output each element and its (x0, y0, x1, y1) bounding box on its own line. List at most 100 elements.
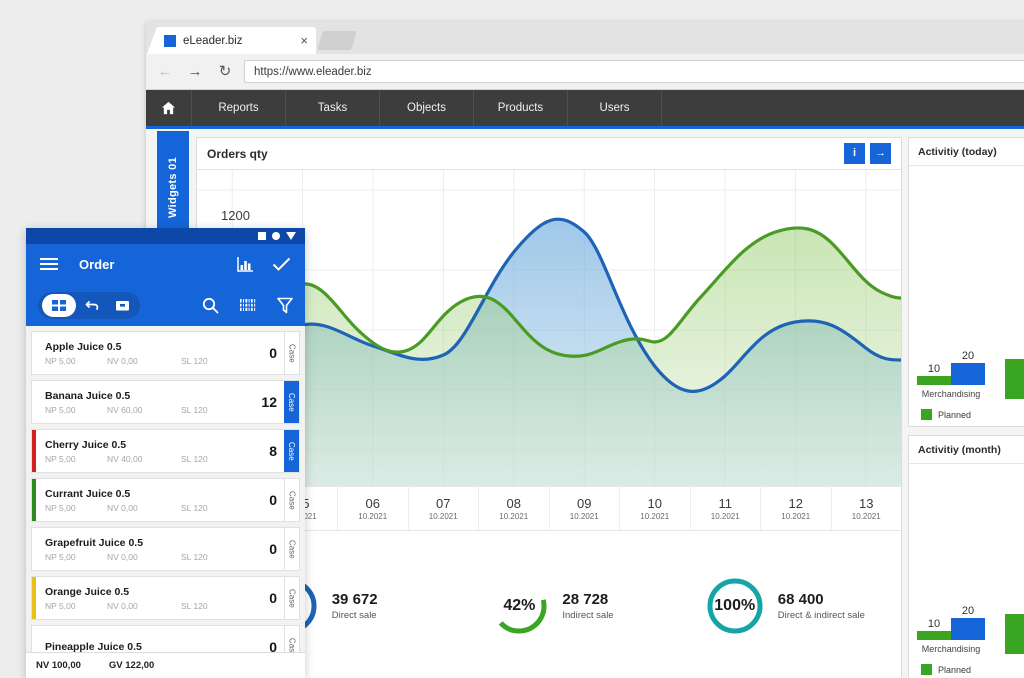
x-tick-month: 10.2021 (358, 512, 388, 521)
activity-month-card: Activitiy (month) 10 20 Merchandising Pl… (908, 435, 1024, 678)
product-sl: SL 120 (181, 502, 208, 513)
nav-item-products[interactable]: Products (474, 90, 568, 126)
activity-month-header: Activitiy (month) (909, 436, 1024, 464)
x-tick-month: 10.2021 (428, 512, 458, 521)
donut-chart-total: 100% (704, 575, 766, 637)
activity-today-bars: 10 20 Merchandising (909, 331, 1024, 399)
x-tick: 13 10.2021 (832, 487, 902, 530)
new-tab-button[interactable] (317, 31, 357, 50)
row-content: Orange Juice 0.5 NP 5,00 NV 0,00 SL 120 (36, 577, 269, 619)
arrow-right-icon[interactable]: → (870, 143, 891, 164)
product-name: Apple Juice 0.5 (45, 340, 122, 353)
address-bar[interactable]: https://www.eleader.biz (244, 60, 1024, 83)
activity-month-body: 10 20 Merchandising Planned (909, 464, 1024, 678)
product-unit-toggle[interactable]: Case (284, 479, 299, 521)
wifi-icon (286, 232, 296, 240)
kpi-label: Direct sale (331, 610, 377, 621)
product-nv: NV 0,00 (107, 551, 138, 562)
barcode-icon-svg (239, 299, 257, 311)
product-unit-label: Case (287, 441, 296, 461)
filter-icon[interactable] (277, 297, 293, 314)
archive-icon[interactable] (108, 294, 136, 317)
forward-icon[interactable]: → (184, 61, 206, 83)
product-unit-toggle[interactable]: Case (284, 430, 299, 472)
product-nv: NV 60,00 (107, 404, 143, 415)
product-unit-toggle[interactable]: Case (284, 577, 299, 619)
favicon-icon (164, 34, 176, 47)
bar-pair (1005, 359, 1024, 399)
reload-icon[interactable]: ↻ (214, 61, 236, 83)
list-item[interactable]: Apple Juice 0.5 NP 5,00 NV 0,00 SL 120 0… (31, 331, 300, 375)
product-unit-toggle[interactable]: Case (284, 528, 299, 570)
product-np: NP 5,00 (45, 404, 76, 415)
product-quantity[interactable]: 0 (269, 626, 284, 652)
kpi-percent: 100% (714, 597, 756, 614)
bar-pair (1005, 614, 1024, 654)
back-icon[interactable]: ← (154, 61, 176, 83)
product-quantity[interactable]: 0 (269, 479, 284, 521)
browser-tab[interactable]: eLeader.biz × (147, 27, 316, 54)
mobile-toolbar (26, 284, 305, 326)
grid-view-icon[interactable] (42, 293, 76, 317)
product-quantity[interactable]: 0 (269, 332, 284, 374)
sidebar-item-label: Widgets 01 (167, 156, 179, 218)
undo-icon-svg (85, 300, 98, 310)
bar-planned (1005, 614, 1024, 654)
list-item[interactable]: Orange Juice 0.5 NP 5,00 NV 0,00 SL 120 … (31, 576, 300, 620)
x-tick-day: 06 (365, 496, 380, 511)
list-item[interactable]: Cherry Juice 0.5 NP 5,00 NV 40,00 SL 120… (31, 429, 300, 473)
mobile-footer-totals: NV 100,00 GV 122,00 (26, 652, 305, 678)
bar-pair: 10 20 (917, 605, 985, 640)
nav-item-tasks[interactable]: Tasks (286, 90, 380, 126)
close-icon[interactable]: × (300, 34, 308, 47)
bar-category-label: Merchandising (921, 644, 981, 654)
x-tick-day: 12 (788, 496, 803, 511)
product-name: Orange Juice 0.5 (45, 585, 130, 598)
barcode-icon[interactable] (239, 297, 257, 313)
list-item[interactable]: Currant Juice 0.5 NP 5,00 NV 0,00 SL 120… (31, 478, 300, 522)
y-axis-tick-1200: 1200 (221, 208, 250, 223)
menu-icon[interactable] (40, 255, 58, 273)
order-items-list[interactable]: Apple Juice 0.5 NP 5,00 NV 0,00 SL 120 0… (26, 326, 305, 652)
battery-icon (258, 232, 266, 240)
panel-title: Orders qty (207, 146, 268, 161)
sidebar-item-widgets-01[interactable]: Widgets 01 (157, 131, 189, 243)
nav-item-objects[interactable]: Objects (380, 90, 474, 126)
bar-group-merchandising: 10 20 Merchandising (917, 605, 985, 654)
product-quantity[interactable]: 12 (261, 381, 284, 423)
product-meta: NP 5,00 NV 0,00 SL 120 (45, 356, 269, 366)
product-unit-toggle[interactable]: Case (284, 626, 299, 652)
chart-icon[interactable] (237, 256, 254, 272)
nav-item-home[interactable] (146, 90, 192, 126)
product-unit-toggle[interactable]: Case (284, 381, 299, 423)
list-item[interactable]: Banana Juice 0.5 NP 5,00 NV 60,00 SL 120… (31, 380, 300, 424)
product-unit-label: Case (287, 392, 296, 412)
list-item[interactable]: Grapefruit Juice 0.5 NP 5,00 NV 0,00 SL … (31, 527, 300, 571)
activity-today-card: Activitiy (today) 10 20 Merchandising Pl… (908, 137, 1024, 427)
bar-group-overflow (1005, 359, 1024, 399)
activity-month-bars: 10 20 Merchandising (909, 586, 1024, 654)
browser-tabstrip: eLeader.biz × (146, 22, 1024, 54)
mobile-title: Order (79, 256, 115, 272)
product-nv: NV 40,00 (107, 453, 143, 464)
info-icon[interactable]: i (844, 143, 865, 164)
x-tick-day: 10 (647, 496, 662, 511)
nav-item-reports[interactable]: Reports (192, 90, 286, 126)
product-nv: NV 0,00 (107, 502, 138, 513)
list-item[interactable]: Pineapple Juice 0.5 0 Case (31, 625, 300, 652)
product-unit-toggle[interactable]: Case (284, 332, 299, 374)
nav-item-users[interactable]: Users (568, 90, 662, 126)
product-quantity[interactable]: 0 (269, 577, 284, 619)
product-sl: SL 120 (181, 355, 208, 366)
nav-empty-space (662, 90, 1024, 126)
check-icon[interactable] (272, 256, 291, 272)
search-icon[interactable] (202, 297, 219, 314)
bar-group-merchandising: 10 20 Merchandising (917, 350, 985, 399)
undo-icon[interactable] (78, 294, 106, 317)
kpi-text: 68 400 Direct & indirect sale (778, 591, 865, 621)
product-quantity[interactable]: 0 (269, 528, 284, 570)
x-tick-day: 13 (859, 496, 874, 511)
activity-widgets-column: Activitiy (today) 10 20 Merchandising Pl… (908, 137, 1024, 678)
x-tick-month: 10.2021 (781, 512, 811, 521)
product-quantity[interactable]: 8 (269, 430, 284, 472)
